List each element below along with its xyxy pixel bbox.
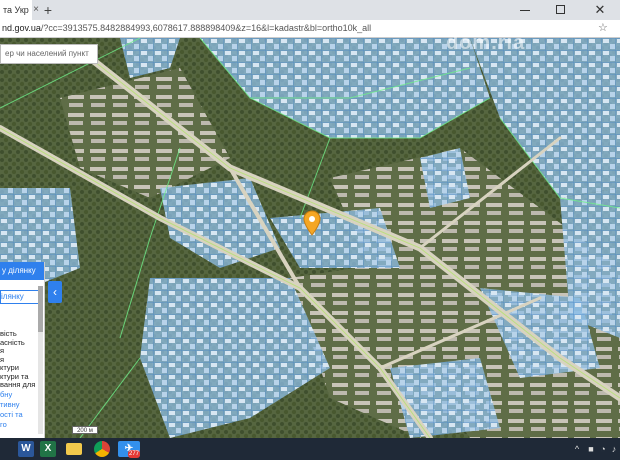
battery-icon[interactable]: ◔ xyxy=(598,442,608,456)
url-text[interactable]: nd.gov.ua/?cc=3913575.8482884993,6078617… xyxy=(2,20,371,37)
network-icon[interactable]: ■ xyxy=(586,442,596,456)
panel-link[interactable]: тивну xyxy=(0,400,40,410)
plus-icon[interactable]: + xyxy=(41,1,55,19)
url-host: nd.gov.ua xyxy=(2,23,41,33)
panel-description: вість асність я я ктури ктури та вання д… xyxy=(0,329,40,390)
panel-scrollbar[interactable] xyxy=(38,286,43,434)
tray-chevron-icon[interactable]: ^ xyxy=(572,442,582,456)
panel-link[interactable]: бну xyxy=(0,390,40,400)
panel-link[interactable]: ості та xyxy=(0,410,40,420)
panel-text-line: асність xyxy=(0,337,25,347)
chevron-left-icon[interactable]: ‹ xyxy=(48,281,62,303)
minimize-icon[interactable] xyxy=(520,10,530,11)
map-canvas[interactable] xyxy=(0,38,620,438)
url-path: /?cc=3913575.8482884993,6078617.88889840… xyxy=(40,23,372,33)
excel-icon[interactable]: X xyxy=(40,441,56,457)
maximize-icon[interactable] xyxy=(556,5,565,14)
map-scale-bar: 200 м xyxy=(72,426,98,434)
map-imagery xyxy=(0,38,620,438)
chrome-icon[interactable] xyxy=(94,441,110,457)
panel-text-line: вання для xyxy=(0,380,36,389)
tab-title: та Укр xyxy=(3,5,29,15)
search-input[interactable]: ер чи населений пункт xyxy=(0,44,98,64)
star-icon[interactable]: ☆ xyxy=(598,20,608,37)
panel-text-line: я xyxy=(0,346,5,355)
browser-tab[interactable]: та Укр xyxy=(0,0,32,20)
map-pin-icon[interactable] xyxy=(303,210,321,236)
panel-header[interactable]: у ділянку xyxy=(0,262,44,280)
word-icon[interactable]: W xyxy=(18,441,34,457)
browser-tab-bar: та Укр × + ✕ xyxy=(0,0,620,20)
address-bar[interactable]: nd.gov.ua/?cc=3913575.8482884993,6078617… xyxy=(0,20,620,38)
close-icon[interactable]: ✕ xyxy=(590,0,610,20)
watermark-logo: dom.ria xyxy=(446,32,526,54)
panel-links: бну тивну ості та го xyxy=(0,390,40,430)
scrollbar-thumb[interactable] xyxy=(38,286,43,332)
os-taskbar: W X ✈ 277 ^ ■ ◔ ♪ xyxy=(0,438,620,460)
find-parcel-button[interactable]: ілянку xyxy=(0,290,40,304)
volume-icon[interactable]: ♪ xyxy=(609,442,619,456)
telegram-badge: 277 xyxy=(128,450,141,458)
folder-icon[interactable] xyxy=(66,443,82,455)
panel-link[interactable]: го xyxy=(0,420,40,430)
